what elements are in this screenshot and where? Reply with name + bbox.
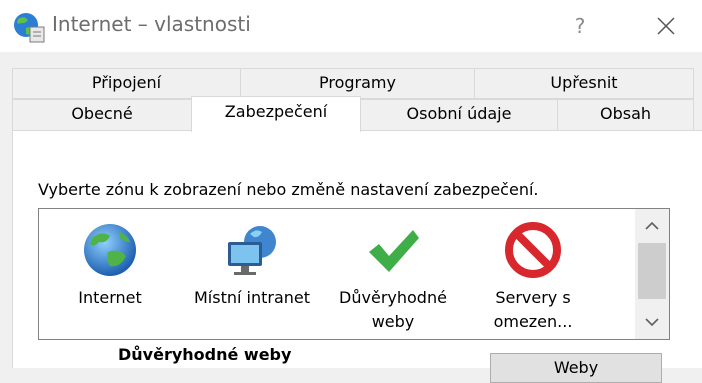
zone-trusted-sites[interactable]: Důvěryhodné weby	[335, 222, 451, 334]
tab-obecne[interactable]: Obecné	[12, 99, 192, 131]
tab-obsah[interactable]: Obsah	[557, 99, 694, 131]
intranet-icon	[228, 226, 276, 275]
internet-options-icon	[14, 13, 45, 43]
scroll-up-icon[interactable]	[635, 209, 669, 243]
sites-button[interactable]: Weby	[490, 353, 662, 383]
tab-pripojeni[interactable]: Připojení	[12, 68, 241, 99]
restricted-icon	[505, 222, 561, 278]
close-icon[interactable]	[648, 8, 684, 44]
globe-icon	[84, 224, 136, 276]
zone-label: Internet	[78, 288, 142, 307]
help-button[interactable]: ?	[562, 8, 598, 44]
zone-list: Internet Místní intranet Důvěryhodné web…	[38, 208, 670, 340]
scroll-down-icon[interactable]	[635, 305, 669, 339]
zone-label: Důvěryhodné weby	[339, 288, 447, 331]
zone-local-intranet[interactable]: Místní intranet	[187, 222, 317, 310]
zone-restricted-sites[interactable]: Servery s omezen...	[485, 222, 581, 334]
tab-zabezpeceni[interactable]: Zabezpečení	[191, 96, 361, 132]
tab-programy[interactable]: Programy	[240, 68, 475, 99]
checkmark-icon	[369, 230, 419, 272]
selected-zone-title: Důvěryhodné weby	[118, 345, 292, 364]
tab-upresnit[interactable]: Upřesnit	[474, 68, 694, 99]
zone-scrollbar[interactable]	[635, 209, 669, 339]
zone-internet[interactable]: Internet	[67, 222, 153, 310]
zone-label: Servery s omezen...	[493, 288, 573, 331]
zone-label: Místní intranet	[193, 288, 311, 307]
window-title: Internet – vlastnosti	[52, 12, 251, 36]
tab-osobni-udaje[interactable]: Osobní údaje	[360, 99, 558, 131]
title-bar: Internet – vlastnosti ?	[0, 0, 702, 52]
scroll-thumb[interactable]	[638, 243, 666, 299]
zone-instruction: Vyberte zónu k zobrazení nebo změně nast…	[38, 180, 539, 199]
